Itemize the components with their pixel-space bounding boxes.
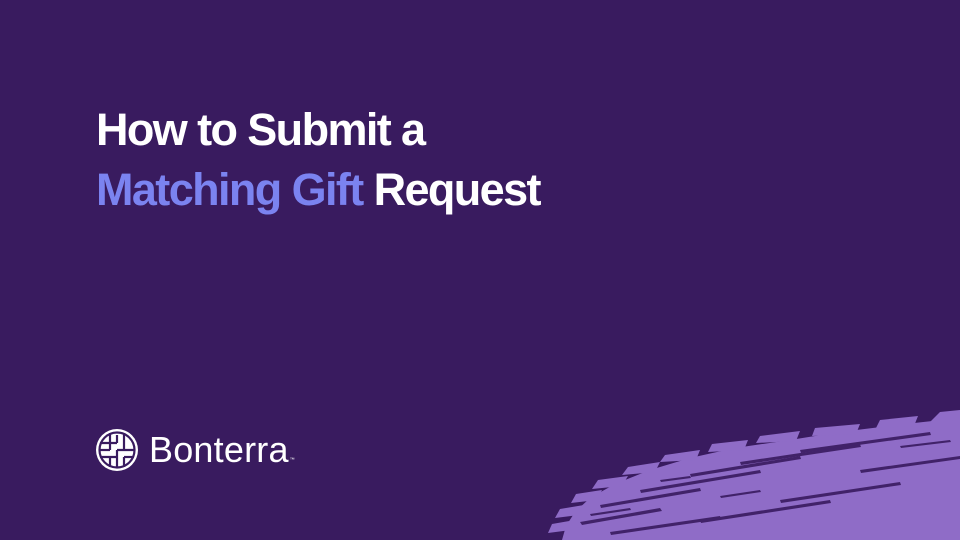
title-line-1: How to Submit a: [96, 104, 426, 155]
title-line-2: Matching Gift Request: [96, 160, 542, 220]
title-highlight: Matching Gift: [96, 164, 364, 215]
title-slide: How to Submit a Matching Gift Request Bo…: [0, 0, 960, 540]
title-line-2-rest: Request: [362, 164, 542, 215]
slide-title: How to Submit a Matching Gift Request: [96, 100, 542, 220]
brand-logo: Bonterra ™: [96, 428, 295, 472]
bonterra-woven-icon: [96, 429, 138, 471]
trademark-symbol: ™: [289, 457, 295, 463]
brand-name: Bonterra: [149, 429, 289, 470]
